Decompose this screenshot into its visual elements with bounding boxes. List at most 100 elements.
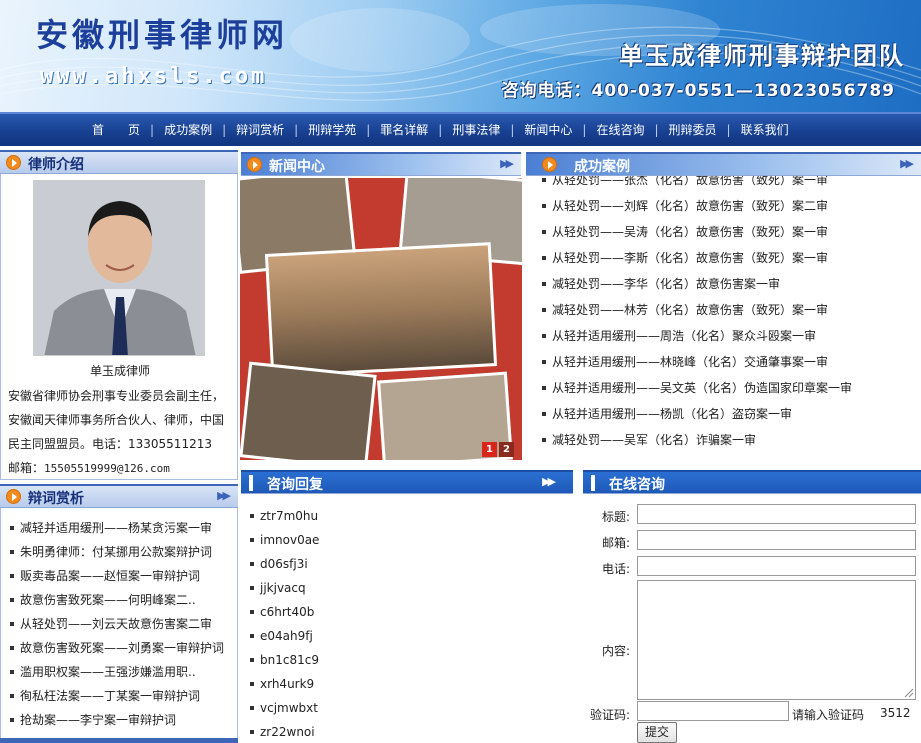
nav-link[interactable]: 新闻中心 <box>514 122 582 138</box>
list-item-link[interactable]: ztr7m0hu <box>260 509 318 523</box>
list-item: 朱明勇律师：付某挪用公款案辩护词 <box>8 540 230 564</box>
list-item-link[interactable]: 故意伤害致死案——刘勇案一审辩护词 <box>20 641 224 655</box>
nav-link[interactable]: 刑辩委员 <box>659 122 727 138</box>
list-item: xrh4urk9 <box>248 672 548 696</box>
list-item-link[interactable]: imnov0ae <box>260 533 319 547</box>
list-item-link[interactable]: 从轻并适用缓刑——周浩（化名）聚众斗殴案一审 <box>552 329 816 343</box>
nav-item: | 在线咨询 <box>582 122 654 138</box>
list-item: 减轻并适用缓刑——杨某贪污案一审 <box>8 516 230 540</box>
content-textarea[interactable] <box>637 580 916 700</box>
arrow-bullet-icon <box>6 489 21 504</box>
list-item-link[interactable]: vcjmwbxt <box>260 701 318 715</box>
list-item-link[interactable]: 从轻处罚——刘辉（化名）故意伤害（致死）案二审 <box>552 199 828 213</box>
nav-link[interactable]: 刑事法律 <box>442 122 510 138</box>
list-item: 故意伤害致死案——何明峰案二.. <box>8 588 230 612</box>
arrow-bullet-icon <box>6 155 21 170</box>
nav-link[interactable]: 联系我们 <box>731 122 799 138</box>
news-slideshow[interactable]: 1 2 <box>240 178 522 460</box>
nav-link[interactable]: 成功案例 <box>154 122 222 138</box>
nav-link[interactable]: 罪名详解 <box>370 122 438 138</box>
nav-item: | 刑事法律 <box>438 122 510 138</box>
list-item: ztr7m0hu <box>248 504 548 528</box>
arrow-bullet-icon <box>247 157 262 172</box>
lawyer-email: 15505519999@126.com <box>44 462 170 475</box>
list-item: 从轻处罚——吴涛（化名）故意伤害（致死）案一审 <box>540 219 920 245</box>
list-item-link[interactable]: 从轻并适用缓刑——林晓峰（化名）交通肇事案一审 <box>552 355 828 369</box>
list-item-link[interactable]: zr22wnoi <box>260 725 315 739</box>
nav-item: | 成功案例 <box>150 122 222 138</box>
list-item: imnov0ae <box>248 528 548 552</box>
list-item-link[interactable]: 从轻并适用缓刑——杨凯（化名）盗窃案一审 <box>552 407 792 421</box>
list-item-link[interactable]: 从轻处罚——李斯（化名）故意伤害（致死）案一审 <box>552 251 828 265</box>
speeches-list: 减轻并适用缓刑——杨某贪污案一审 朱明勇律师：付某挪用公款案辩护词 贩卖毒品案——赵… <box>8 516 230 732</box>
list-item-link[interactable]: 减轻处罚——吴军（化名）诈骗案一审 <box>552 433 756 447</box>
list-item-link[interactable]: 减轻并适用缓刑——杨某贪污案一审 <box>20 521 212 535</box>
nav-item: | 刑辩委员 <box>654 122 726 138</box>
list-item: bn1c81c9 <box>248 648 548 672</box>
more-arrows-icon[interactable]: ▶▶ <box>542 475 556 488</box>
list-item-link[interactable]: c6hrt40b <box>260 605 314 619</box>
online-header-title: 在线咨询 <box>609 477 665 493</box>
list-item-link[interactable]: jjkjvacq <box>260 581 306 595</box>
list-item: 减轻处罚——林芳（化名）故意伤害（致死）案一审 <box>540 297 920 323</box>
list-item: vcjmwbxt <box>248 696 548 720</box>
list-item-link[interactable]: bn1c81c9 <box>260 653 319 667</box>
list-item: 从轻处罚——刘云天故意伤害案二审 <box>8 612 230 636</box>
captcha-code[interactable]: 3512 <box>880 706 911 720</box>
list-item: 从轻并适用缓刑——林晓峰（化名）交通肇事案一审 <box>540 349 920 375</box>
consult-phone: 咨询电话：400-037-0551—13023056789 <box>501 81 895 101</box>
list-item-link[interactable]: 从轻处罚——吴涛（化名）故意伤害（致死）案一审 <box>552 225 828 239</box>
slide-pager: 1 2 <box>480 442 514 457</box>
list-item-link[interactable]: e04ah9fj <box>260 629 313 643</box>
cases-scroll-area: 从轻处罚——张杰（化名）故意伤害（致死）案一审 从轻处罚——刘辉（化名）故意伤害（… <box>540 176 920 454</box>
main-nav: 首 页 | 成功案例 | 辩词赏析 | 刑辩学苑 | 罪名详解 | 刑事法律 | 新闻中心 | 在线咨询 | 刑… <box>0 112 921 146</box>
list-item-link[interactable]: 徇私枉法案——丁某案一审辩护词 <box>20 689 200 703</box>
resize-handle-icon[interactable] <box>904 688 914 698</box>
captcha-hint: 请输入验证码 <box>792 708 865 722</box>
nav-link[interactable]: 在线咨询 <box>586 122 654 138</box>
cases-header-title: 成功案例 <box>574 159 630 175</box>
nav-item: 首 页 <box>82 122 150 138</box>
list-item-link[interactable]: 从轻处罚——张杰（化名）故意伤害（致死）案一审 <box>552 176 828 187</box>
list-item: zr22wnoi <box>248 720 548 743</box>
list-item-link[interactable]: 从轻处罚——刘云天故意伤害案二审 <box>20 617 212 631</box>
nav-item: | 新闻中心 <box>510 122 582 138</box>
list-item: c6hrt40b <box>248 600 548 624</box>
arrow-bullet-icon <box>542 157 557 172</box>
list-item: 减轻处罚——李华（化名）故意伤害案一审 <box>540 271 920 297</box>
title-input[interactable] <box>637 504 916 524</box>
list-item: 从轻处罚——张杰（化名）故意伤害（致死）案一审 <box>540 176 920 193</box>
more-arrows-icon[interactable]: ▶▶ <box>217 489 231 502</box>
list-item: d06sfj3i <box>248 552 548 576</box>
phone-input[interactable] <box>637 556 916 576</box>
submit-button[interactable]: 提交 <box>637 722 677 743</box>
nav-link[interactable]: 刑辩学苑 <box>298 122 366 138</box>
list-item-link[interactable]: 减轻处罚——林芳（化名）故意伤害（致死）案一审 <box>552 303 828 317</box>
list-item-link[interactable]: 抢劫案——李宁案一审辩护词 <box>20 713 176 727</box>
list-item: e04ah9fj <box>248 624 548 648</box>
captcha-input[interactable] <box>637 701 789 721</box>
list-item-link[interactable]: 从轻并适用缓刑——吴文英（化名）伪造国家印章案一审 <box>552 381 852 395</box>
list-item-link[interactable]: d06sfj3i <box>260 557 308 571</box>
list-item: 贩卖毒品案——赵恒案一审辩护词 <box>8 564 230 588</box>
header-bar-icon <box>249 475 253 491</box>
more-arrows-icon[interactable]: ▶▶ <box>900 157 914 170</box>
list-item-link[interactable]: 朱明勇律师：付某挪用公款案辩护词 <box>20 545 212 559</box>
cases-header: 成功案例 ▶▶ <box>526 152 921 176</box>
list-item: jjkjvacq <box>248 576 548 600</box>
list-item-link[interactable]: 减轻处罚——李华（化名）故意伤害案一审 <box>552 277 780 291</box>
list-item-link[interactable]: 滥用职权案——王强涉嫌滥用职.. <box>20 665 196 679</box>
list-item-link[interactable]: xrh4urk9 <box>260 677 314 691</box>
list-item-link[interactable]: 贩卖毒品案——赵恒案一审辩护词 <box>20 569 200 583</box>
lawyer-description: 安徽省律师协会刑事专业委员会副主任，安徽闻天律师事务所合伙人、律师，中国民主同盟… <box>8 384 230 481</box>
email-input[interactable] <box>637 530 916 550</box>
consult-header: 咨询回复 ▶▶ <box>241 470 573 494</box>
more-arrows-icon[interactable]: ▶▶ <box>500 157 514 170</box>
slide-page-2[interactable]: 2 <box>499 442 514 457</box>
list-item: 减轻处罚——吴军（化名）诈骗案一审 <box>540 427 920 453</box>
slide-page-1[interactable]: 1 <box>482 442 497 457</box>
nav-link[interactable]: 辩词赏析 <box>226 122 294 138</box>
nav-link[interactable]: 首 页 <box>82 122 150 138</box>
lawyer-photo[interactable] <box>33 180 205 356</box>
list-item-link[interactable]: 故意伤害致死案——何明峰案二.. <box>20 593 196 607</box>
